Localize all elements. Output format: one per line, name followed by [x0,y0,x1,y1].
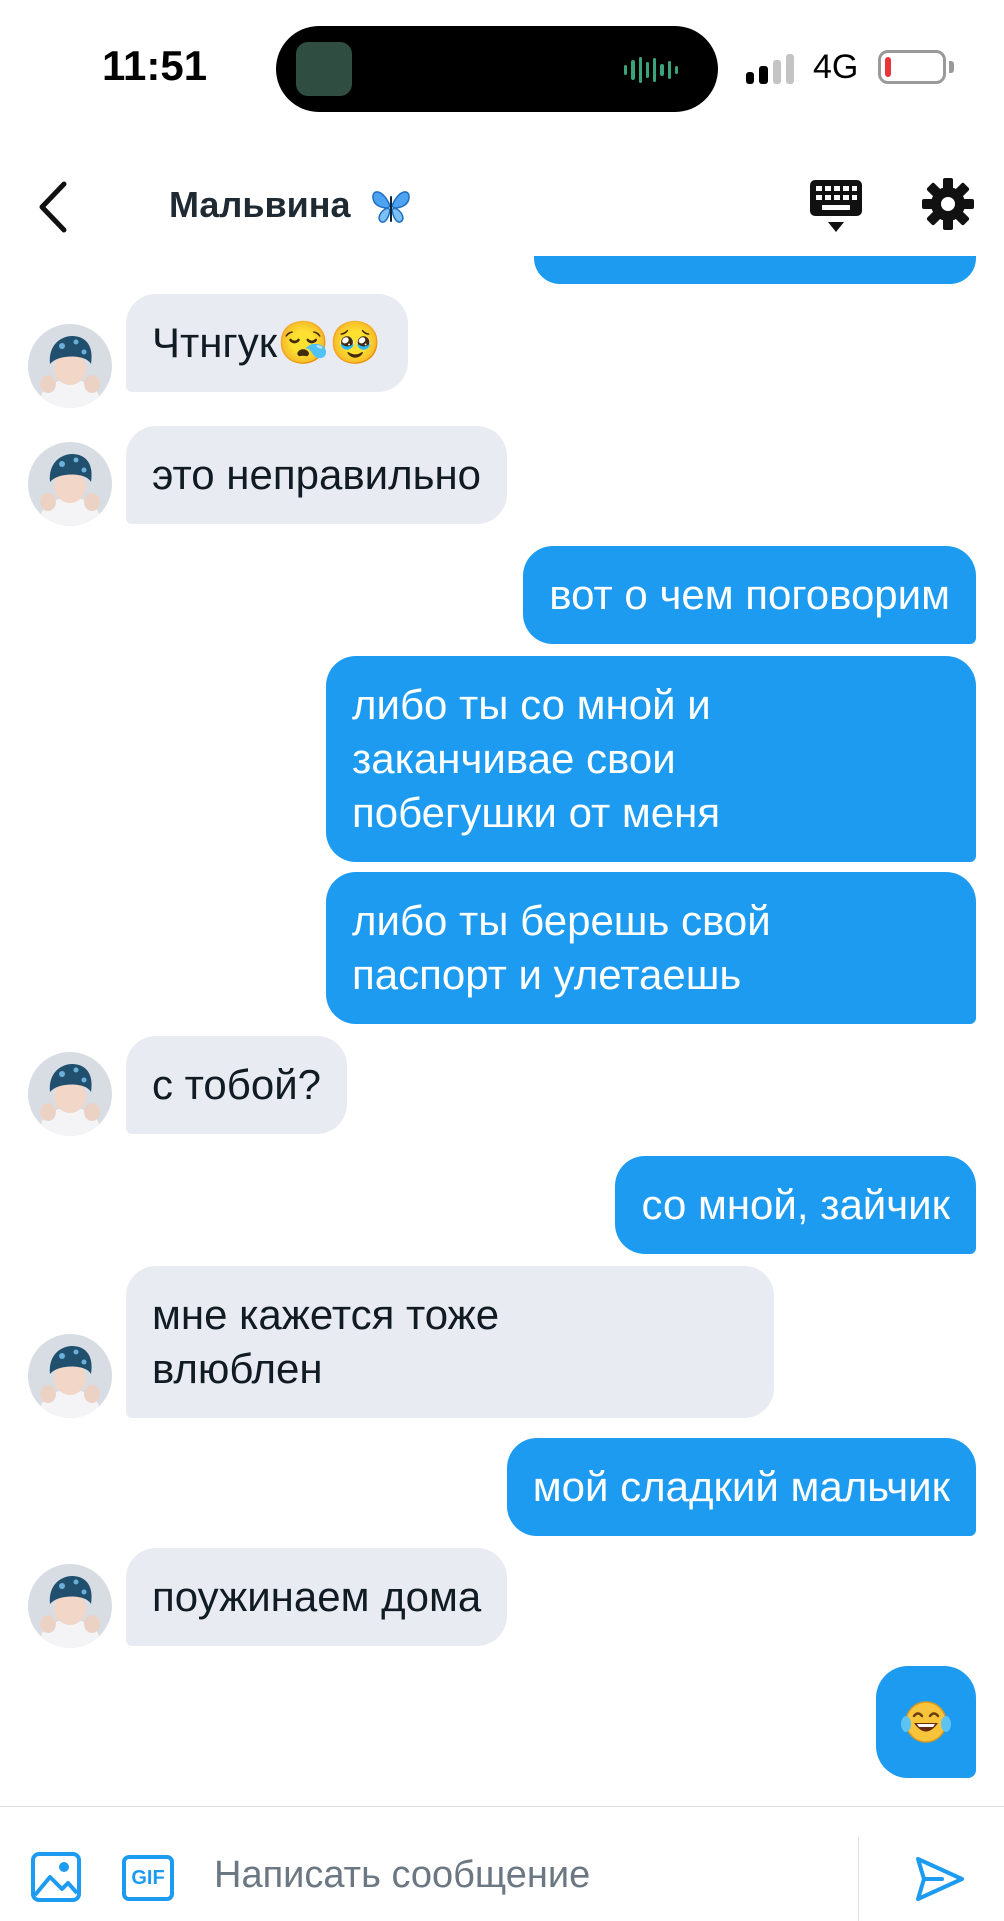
incoming-message[interactable]: с тобой? [126,1036,348,1134]
outgoing-message[interactable]: либо ты со мной и заканчивае свои побегу… [326,656,976,862]
status-bar: 11:51 4G [0,0,1004,140]
cellular-signal-icon [746,54,794,84]
message-composer: GIF [0,1806,1004,1921]
outgoing-message[interactable]: со мной, зайчик [615,1156,976,1254]
back-button[interactable] [28,170,88,240]
contact-avatar[interactable] [28,324,112,408]
message-list[interactable]: Чтнгук😪🥹 это неправильно вот о чем погов… [0,256,1004,1806]
laughing-tears-emoji-icon [901,1701,951,1743]
contact-avatar[interactable] [28,1052,112,1136]
outgoing-message[interactable]: вот о чем поговорим [523,546,976,644]
contact-avatar[interactable] [28,1564,112,1648]
image-icon [31,1852,81,1902]
outgoing-message[interactable]: мой сладкий мальчик [506,1438,976,1536]
attach-image-button[interactable] [30,1851,82,1903]
contact-avatar[interactable] [28,442,112,526]
battery-level [885,57,891,77]
gear-icon [922,178,974,230]
conversation-title[interactable]: Мальвина [169,184,350,226]
contact-avatar[interactable] [28,1334,112,1418]
incoming-message[interactable]: Чтнгук😪🥹 [126,294,408,392]
incoming-message[interactable]: это неправильно [126,426,508,524]
gif-button[interactable]: GIF [122,1855,174,1901]
network-type: 4G [813,48,859,86]
composer-divider [858,1837,859,1921]
incoming-message[interactable]: поужинаем дома [126,1548,508,1646]
now-playing-app-icon [296,42,352,96]
message-input[interactable] [212,1843,832,1907]
outgoing-emoji-message[interactable] [876,1666,976,1778]
send-button[interactable] [912,1851,968,1907]
incoming-message[interactable]: мне кажется тоже влюблен [126,1266,774,1418]
outgoing-message[interactable]: либо ты берешь свой паспорт и улетаешь [326,872,976,1024]
conversation-header: Мальвина [0,160,1004,250]
audio-waveform-icon [624,56,678,84]
battery-icon [878,50,946,84]
dynamic-island [276,26,718,112]
butterfly-emoji-icon [372,191,410,223]
settings-button[interactable] [920,176,976,232]
battery-tip [949,61,954,73]
send-icon [916,1857,964,1901]
status-time: 11:51 [102,42,208,89]
keyboard-icon [810,180,862,232]
keyboard-button[interactable] [808,176,864,242]
chevron-left-icon [39,181,67,233]
outgoing-message-partial [534,256,976,284]
